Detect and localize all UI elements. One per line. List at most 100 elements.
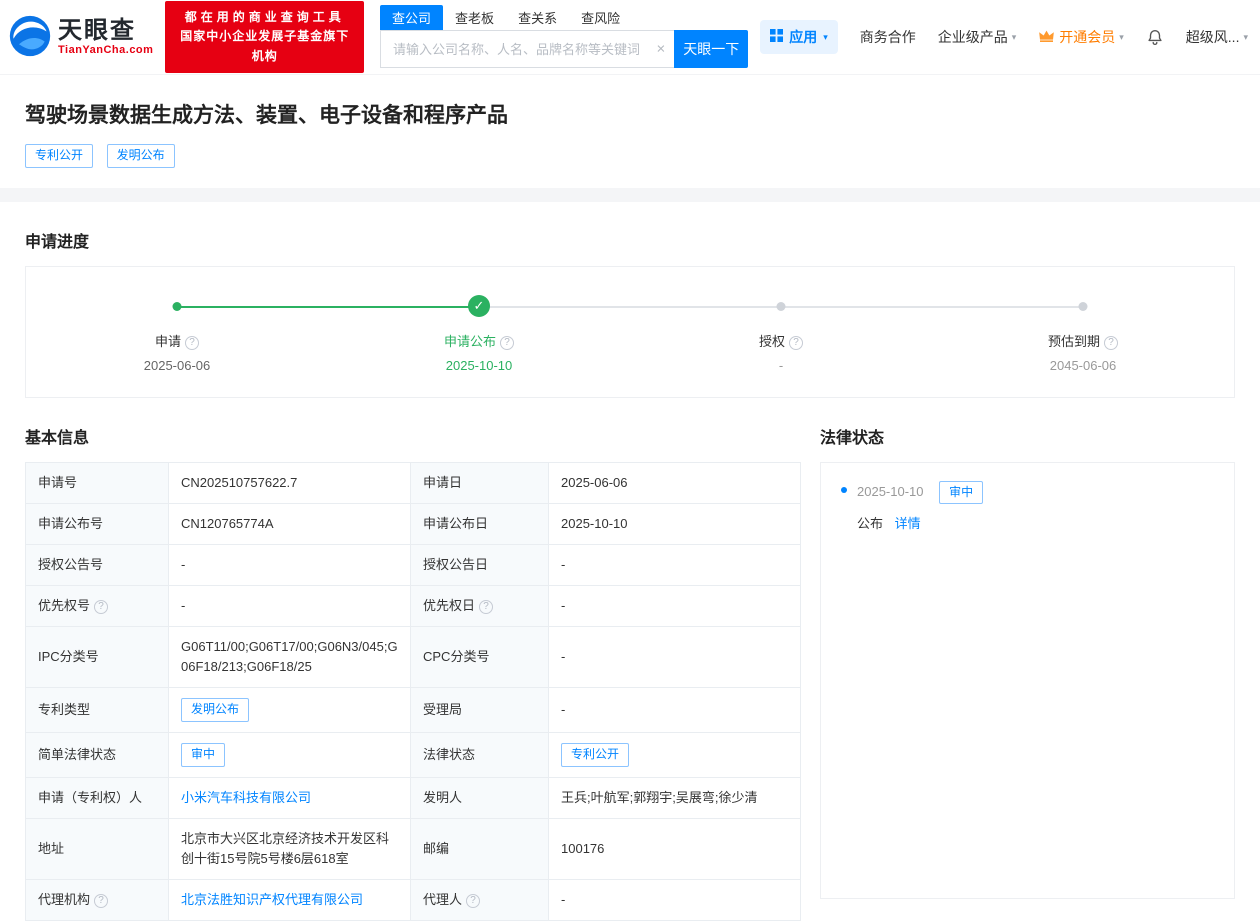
field-value: - — [548, 543, 801, 587]
brand-domain: TianYanCha.com — [58, 44, 154, 57]
step-label: 授权 — [758, 333, 785, 349]
info-row: 代理机构? 北京法胜知识产权代理有限公司 代理人? - — [25, 879, 801, 921]
agency-link[interactable]: 北京法胜知识产权代理有限公司 — [181, 892, 363, 907]
legal-status-tag: 专利公开 — [561, 743, 630, 767]
field-label: 法律状态 — [410, 732, 549, 778]
legal-status-section: 法律状态 2025-10-10 审中 公布 详情 — [820, 398, 1235, 899]
nav-open-vip[interactable]: 开通会员 ▾ — [1038, 27, 1124, 47]
field-value: 2025-10-10 — [548, 502, 801, 545]
info-row: 专利类型 发明公布 受理局 - — [25, 687, 801, 734]
page-title: 驾驶场景数据生成方法、装置、电子设备和程序产品 — [25, 104, 508, 127]
field-value: - — [548, 687, 801, 734]
field-label: 优先权日? — [410, 585, 549, 628]
legal-item-status-tag: 审中 — [939, 480, 984, 505]
step-dot-pending — [1078, 301, 1088, 311]
chevron-down-icon: ▾ — [1119, 31, 1124, 42]
legal-status-card: 2025-10-10 审中 公布 详情 — [820, 461, 1235, 899]
applicant-link[interactable]: 小米汽车科技有限公司 — [181, 790, 311, 805]
help-icon[interactable]: ? — [466, 894, 481, 909]
field-value: 北京法胜知识产权代理有限公司 — [168, 879, 411, 921]
search-tab-risk[interactable]: 查风险 — [569, 5, 632, 30]
help-icon[interactable]: ? — [94, 600, 109, 615]
field-label: 地址 — [25, 817, 169, 881]
field-value: 2025-06-06 — [548, 461, 801, 504]
legal-action: 公布 — [857, 516, 884, 532]
basic-info-section: 基本信息 申请号 CN202510757622.7 申请日 2025-06-06… — [25, 398, 801, 921]
field-value: 100176 — [548, 817, 801, 881]
field-value: - — [548, 626, 801, 689]
field-label: 代理人? — [410, 879, 549, 921]
field-value: 审中 — [168, 732, 411, 778]
info-row: 授权公告号 - 授权公告日 - — [25, 543, 801, 587]
search-input[interactable] — [380, 30, 675, 68]
clear-icon[interactable]: × — [656, 41, 665, 58]
legal-date: 2025-10-10 — [857, 483, 924, 499]
tianyancha-logo[interactable]: 天眼查 TianYanCha.com — [8, 14, 153, 61]
step-label: 预估到期 — [1047, 333, 1100, 349]
nav-enterprise-products[interactable]: 企业级产品 ▾ — [938, 27, 1017, 47]
step-date: - — [778, 357, 784, 373]
info-row: 申请（专利权）人 小米汽车科技有限公司 发明人 王兵;叶航军;郭翔宇;吴展弯;徐… — [25, 776, 801, 819]
patent-tags: 专利公开 发明公布 — [25, 144, 1235, 168]
field-value: 北京市大兴区北京经济技术开发区科创十街15号院5号楼6层618室 — [168, 817, 411, 881]
top-nav: 应用 ▾ 商务合作 企业级产品 ▾ 开通会员 ▾ 超级风... ▾ — [760, 20, 1248, 54]
search-button[interactable]: 天眼一下 — [674, 30, 749, 68]
step-application: 申请? 2025-06-06 — [26, 289, 328, 373]
search-tab-company[interactable]: 查公司 — [380, 5, 444, 30]
crown-icon — [1038, 29, 1055, 45]
help-icon[interactable]: ? — [789, 335, 803, 350]
tag-invention-publication: 发明公布 — [106, 144, 175, 168]
simple-legal-status-tag: 审中 — [181, 743, 226, 767]
help-icon[interactable]: ? — [500, 335, 514, 350]
field-label: 申请号 — [25, 461, 169, 504]
progress-heading: 申请进度 — [25, 233, 90, 251]
field-value: 专利公开 — [548, 732, 801, 778]
field-label: 简单法律状态 — [25, 732, 169, 778]
apps-menu[interactable]: 应用 ▾ — [760, 20, 838, 54]
legal-status-item: 2025-10-10 审中 公布 详情 — [841, 480, 1214, 533]
search-tab-relation[interactable]: 查关系 — [506, 5, 569, 30]
field-value: 王兵;叶航军;郭翔宇;吴展弯;徐少清 — [548, 776, 801, 819]
help-icon[interactable]: ? — [1104, 335, 1118, 350]
field-label: 邮编 — [410, 817, 549, 881]
field-label: 专利类型 — [25, 687, 169, 734]
field-label: IPC分类号 — [25, 626, 169, 689]
field-label: 申请公布日 — [410, 502, 549, 545]
field-value: - — [168, 585, 411, 628]
step-label: 申请 — [154, 333, 181, 349]
field-value: CN120765774A — [168, 502, 411, 545]
help-icon[interactable]: ? — [94, 894, 109, 909]
tag-patent-public: 专利公开 — [25, 144, 94, 168]
step-grant: 授权? - — [630, 289, 932, 373]
search-area: 查公司 查老板 查关系 查风险 × 天眼一下 — [380, 5, 749, 68]
nav-business-cooperation[interactable]: 商务合作 — [860, 27, 916, 47]
field-label: 申请公布号 — [25, 502, 169, 545]
field-label: 代理机构? — [25, 879, 169, 921]
info-row: 申请公布号 CN120765774A 申请公布日 2025-10-10 — [25, 502, 801, 545]
notification-bell-icon[interactable] — [1146, 28, 1164, 46]
info-row: 优先权号? - 优先权日? - — [25, 585, 801, 628]
help-icon[interactable]: ? — [185, 335, 199, 350]
help-icon[interactable]: ? — [479, 600, 494, 615]
field-value: - — [548, 585, 801, 628]
step-label: 申请公布 — [443, 333, 496, 349]
field-value: - — [168, 543, 411, 587]
step-date: 2025-06-06 — [143, 357, 211, 373]
info-row: IPC分类号 G06T11/00;G06T17/00;G06N3/045;G06… — [25, 626, 801, 689]
search-tab-boss[interactable]: 查老板 — [443, 5, 506, 30]
field-value: 小米汽车科技有限公司 — [168, 776, 411, 819]
info-row: 简单法律状态 审中 法律状态 专利公开 — [25, 732, 801, 778]
bullet-icon — [841, 486, 847, 493]
legal-detail-link[interactable]: 详情 — [895, 516, 921, 531]
enterprise-label: 企业级产品 — [937, 29, 1008, 45]
promo-line1: 都在用的商业查询工具 — [184, 10, 345, 25]
field-label: 授权公告号 — [25, 543, 169, 587]
chevron-down-icon: ▾ — [823, 31, 828, 42]
progress-card: 申请? 2025-06-06 ✓ 申请公布? 2025-10-10 授权? - … — [25, 265, 1235, 398]
patent-header: 驾驶场景数据生成方法、装置、电子设备和程序产品 专利公开 发明公布 — [0, 75, 1260, 188]
field-value: CN202510757622.7 — [168, 461, 411, 504]
nav-super-risk[interactable]: 超级风... ▾ — [1186, 27, 1248, 47]
patent-type-tag: 发明公布 — [181, 698, 250, 723]
search-tabs: 查公司 查老板 查关系 查风险 — [380, 5, 748, 30]
tianyancha-logo-icon — [8, 14, 52, 61]
